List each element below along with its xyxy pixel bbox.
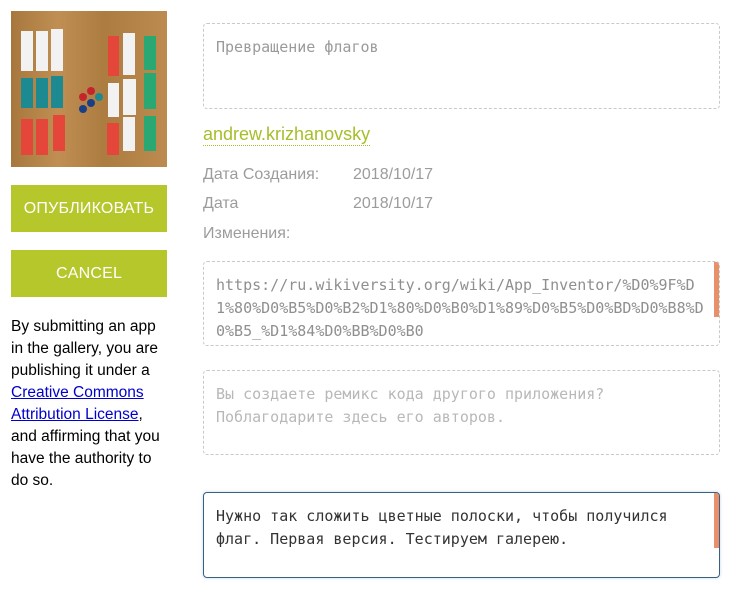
publish-app-page: ОПУБЛИКОВАТЬ CANCEL By submitting an app… <box>0 0 735 589</box>
created-label: Дата Создания: <box>203 166 320 183</box>
modified-date: 2018/10/17 <box>353 195 434 212</box>
url-scroll-marker <box>714 262 719 317</box>
license-link[interactable]: Creative Commons Attribution License <box>11 384 144 423</box>
license-notice: By submitting an app in the gallery, you… <box>11 316 171 492</box>
author-link[interactable]: andrew.krizhanovsky <box>203 124 371 146</box>
publish-button[interactable]: ОПУБЛИКОВАТЬ <box>11 185 167 232</box>
description-field[interactable]: Нужно так сложить цветные полоски, чтобы… <box>203 492 720 578</box>
app-title-field[interactable]: Превращение флагов <box>203 23 720 109</box>
description-scroll-marker <box>714 493 719 548</box>
description-value: Нужно так сложить цветные полоски, чтобы… <box>216 507 668 548</box>
modified-label-continued: Изменения: <box>203 225 291 242</box>
app-url-field[interactable]: https://ru.wikiversity.org/wiki/App_Inve… <box>203 261 720 346</box>
app-thumbnail[interactable] <box>11 11 167 167</box>
created-date: 2018/10/17 <box>353 166 434 183</box>
app-url-value: https://ru.wikiversity.org/wiki/App_Inve… <box>216 276 704 340</box>
app-title-placeholder: Превращение флагов <box>216 38 379 56</box>
cancel-button[interactable]: CANCEL <box>11 250 167 297</box>
modified-label: Дата <box>203 195 239 212</box>
notice-text-before: By submitting an app in the gallery, you… <box>11 318 159 379</box>
app-screenshot-image <box>11 11 167 167</box>
remix-credits-field[interactable]: Вы создаете ремикс кода другого приложен… <box>203 370 720 455</box>
remix-placeholder: Вы создаете ремикс кода другого приложен… <box>216 385 605 426</box>
